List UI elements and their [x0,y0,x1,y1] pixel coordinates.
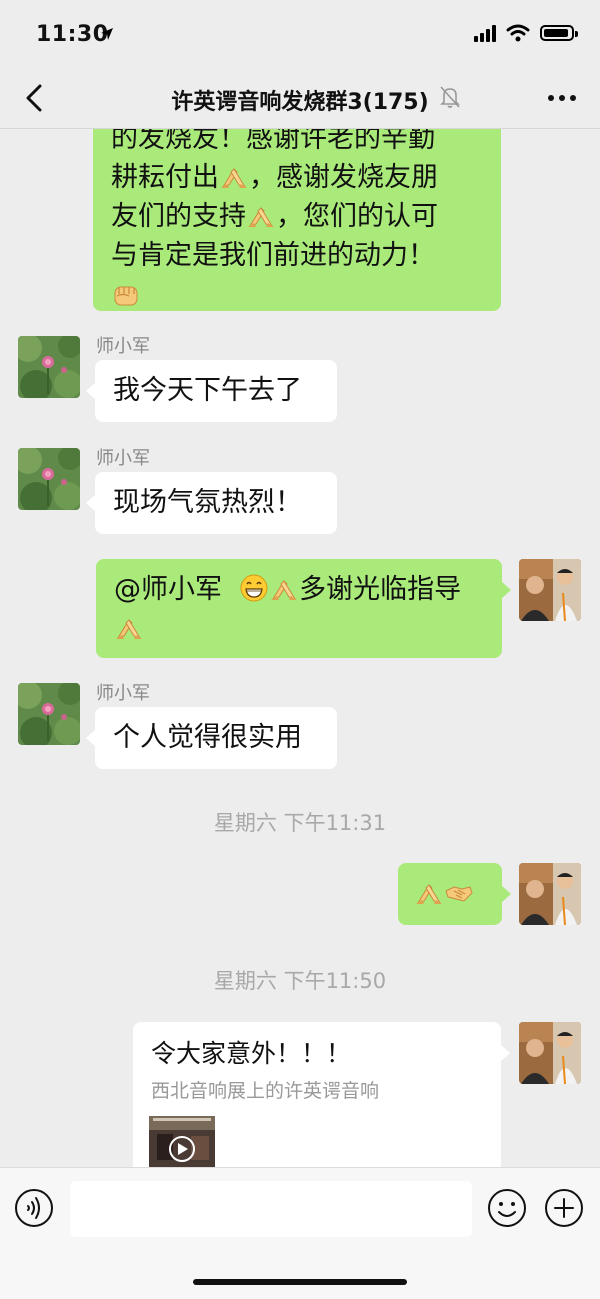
message-line [114,609,486,648]
more-dots-icon[interactable] [546,88,578,108]
avatar[interactable] [519,1022,581,1084]
voice-icon[interactable] [14,1188,54,1228]
wifi-icon [506,24,530,42]
message-text: 现场气氛热烈！ [113,487,302,518]
link-card-description: 西北音响展上的许英谔音响 [151,1080,380,1102]
sender-name: 师小军 [96,336,150,357]
message-line: @师小军 多谢光临指导 [114,574,462,605]
video-thumbnail[interactable] [149,1116,215,1167]
timestamp: 星期六 下午11:50 [213,969,387,993]
location-arrow-icon [101,28,113,40]
avatar[interactable] [18,683,80,745]
home-indicator[interactable] [193,1279,407,1285]
pray-emoji-icon [415,884,443,905]
fist-emoji-icon [114,286,138,306]
message-bubble-other[interactable]: 个人觉得很实用 [86,707,337,769]
message-bubble-other[interactable]: 我今天下午去了 [86,360,337,422]
bell-off-icon [440,86,460,108]
handshake-emoji-icon [445,886,473,902]
grin-emoji-icon [240,574,268,602]
sender-name: 师小军 [96,448,150,469]
message-line [111,275,485,314]
link-card[interactable]: 令大家意外！！！ 西北音响展上的许英谔音响 [133,1022,510,1167]
message-bubble-other[interactable]: 现场气氛热烈！ [86,472,337,534]
message-line: 与肯定是我们前进的动力！ [111,240,435,271]
message-bubble-mine[interactable]: 的发烧友！感谢许老的辛勤 耕耘付出 ，感谢发烧友朋 友们的支持 ，您们的认可 与肯定… [93,129,501,311]
status-indicators [474,24,578,42]
avatar[interactable] [18,336,80,398]
message-text: 我今天下午去了 [113,375,302,406]
bubble-tail [501,581,511,599]
status-bar: 11:30 [0,0,600,70]
mention-link[interactable]: @师小军 [114,574,222,605]
emoji-smile-icon[interactable] [487,1188,527,1228]
message-line: 耕耘付出 ，感谢发烧友朋 [111,162,438,193]
chat-title: 许英谔音响发烧群3(175) [171,90,429,115]
avatar[interactable] [519,559,581,621]
chat-messages[interactable]: 的发烧友！感谢许老的辛勤 耕耘付出 ，感谢发烧友朋 友们的支持 ，您们的认可 与肯定… [0,129,600,1167]
bubble-tail [500,1044,510,1062]
bubble-tail [86,494,96,512]
status-time: 11:30 [36,22,109,47]
message-text: 个人觉得很实用 [113,722,302,753]
pray-emoji-icon [115,619,143,640]
bubble-tail [86,729,96,747]
battery-icon [540,25,578,41]
chat-header: 许英谔音响发烧群3(175) [0,70,600,129]
plus-circle-icon[interactable] [544,1188,584,1228]
avatar[interactable] [18,448,80,510]
link-card-title: 令大家意外！！！ [151,1039,352,1068]
message-bubble-mine[interactable] [398,863,511,925]
message-bubble-mine[interactable]: @师小军 多谢光临指导 [96,559,511,658]
message-input[interactable] [70,1181,472,1237]
bubble-tail [86,382,96,400]
message-line: 友们的支持 ，您们的认可 [111,201,438,232]
pray-emoji-icon [220,168,248,189]
pray-emoji-icon [247,207,275,228]
avatar[interactable] [519,863,581,925]
bubble-tail [501,885,511,903]
message-line: 的发烧友！感谢许老的辛勤 [111,129,435,154]
timestamp: 星期六 下午11:31 [213,811,387,835]
sender-name: 师小军 [96,683,150,704]
pray-emoji-icon [270,580,298,601]
cellular-signal-icon [474,24,496,42]
